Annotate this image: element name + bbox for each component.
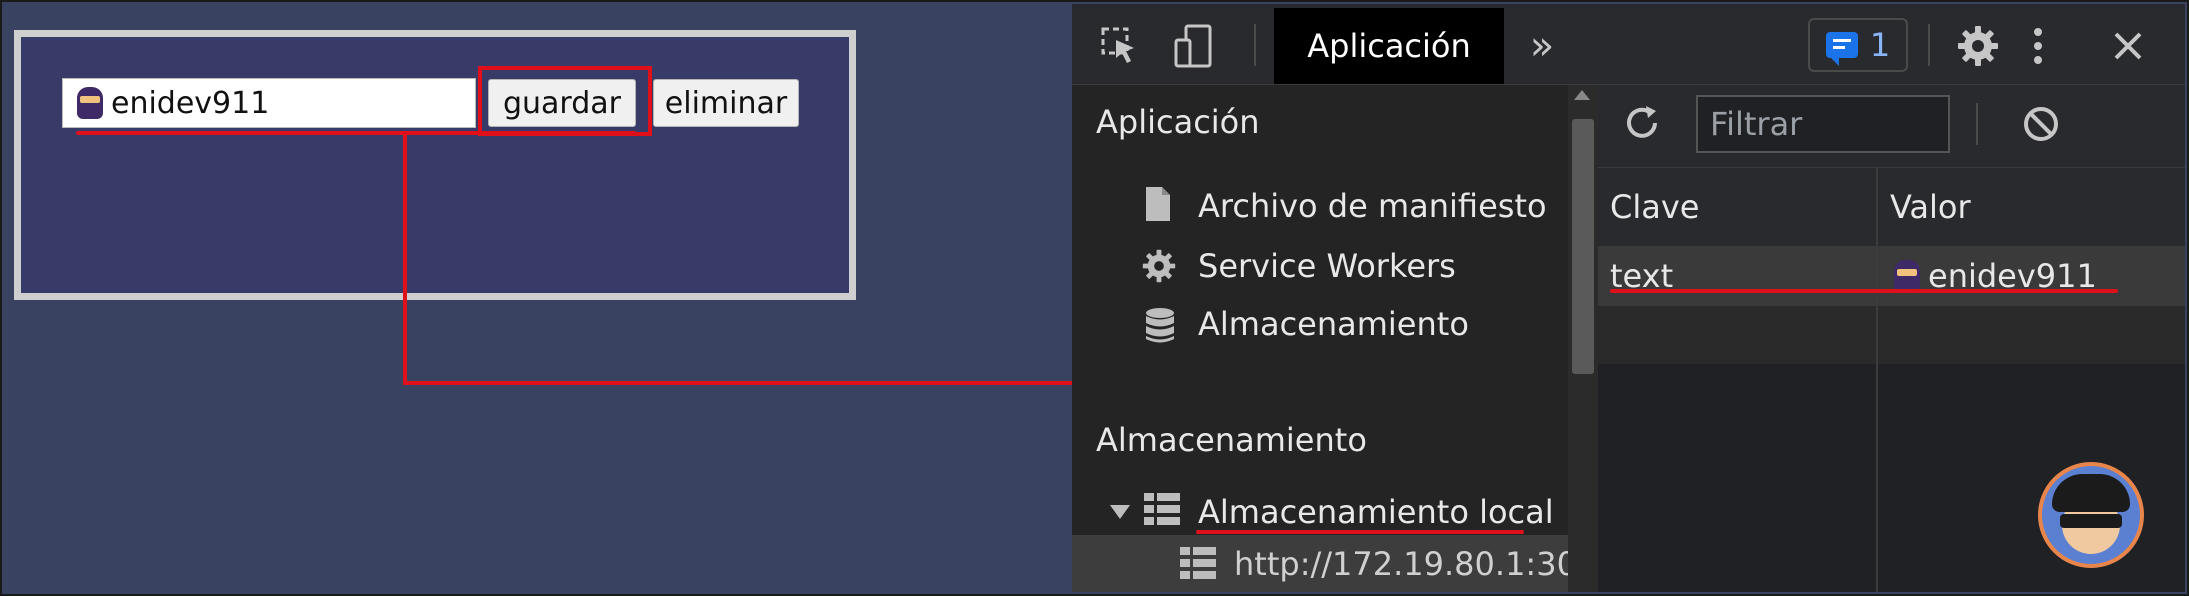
filter-separator: [1976, 103, 1978, 145]
devtools-sidebar: Aplicación Archivo de manifiesto Service…: [1072, 85, 1597, 592]
ninja-emoji-icon: [1894, 260, 1920, 292]
more-tabs-icon[interactable]: »: [1520, 23, 1564, 69]
avatar: [2038, 462, 2144, 568]
sidebar-item-origin[interactable]: http://172.19.80.1:300: [1234, 545, 1597, 583]
text-input-value: enidev911: [111, 85, 270, 121]
connector-line-left: [403, 133, 407, 385]
filter-input[interactable]: Filtrar: [1696, 95, 1950, 153]
app-container: [14, 30, 856, 300]
section-storage: Almacenamiento: [1096, 421, 1367, 459]
toolbar-separator: [1254, 24, 1256, 66]
sidebar-item-service-workers[interactable]: Service Workers: [1198, 247, 1456, 285]
table-grid-icon: [1144, 493, 1180, 533]
column-divider[interactable]: [1876, 168, 1878, 592]
scroll-up-arrow-icon[interactable]: [1574, 90, 1590, 100]
close-icon[interactable]: [2106, 24, 2150, 68]
sidebar-scrollbar-thumb[interactable]: [1572, 119, 1594, 374]
tab-application[interactable]: Aplicación: [1274, 8, 1504, 84]
toolbar-separator: [1928, 24, 1930, 66]
kebab-menu-icon[interactable]: [2016, 24, 2060, 68]
chat-icon: [1825, 32, 1858, 66]
ninja-emoji-icon: [77, 87, 103, 119]
database-icon: [1144, 307, 1176, 353]
messages-badge[interactable]: 1: [1808, 18, 1908, 72]
sidebar-item-manifest[interactable]: Archivo de manifiesto: [1198, 187, 1547, 225]
gear-icon: [1142, 249, 1176, 291]
column-header-value[interactable]: Valor: [1878, 168, 2185, 246]
section-application: Aplicación: [1096, 103, 1260, 141]
row-underline-annotation: [1610, 289, 2118, 293]
text-input[interactable]: enidev911: [62, 78, 476, 128]
refresh-icon[interactable]: [1622, 103, 1662, 147]
local-storage-underline-annotation: [1196, 530, 1524, 534]
delete-button[interactable]: eliminar: [653, 79, 799, 127]
devtools-panel: Aplicación » 1 Aplicación Archivo de man…: [1072, 4, 2185, 592]
table-row-key[interactable]: text: [1598, 246, 1876, 306]
table-row-empty: [1598, 306, 2185, 364]
file-icon: [1144, 185, 1172, 231]
expand-arrow-icon[interactable]: [1110, 505, 1130, 519]
cursor-select-icon[interactable]: [1098, 24, 1142, 68]
sidebar-item-storage[interactable]: Almacenamiento: [1198, 305, 1469, 343]
gear-icon[interactable]: [1956, 24, 2000, 68]
storage-filter-bar: Filtrar: [1598, 85, 2185, 168]
table-row-value[interactable]: enidev911: [1878, 246, 2185, 306]
message-count: 1: [1869, 26, 1891, 64]
device-toggle-icon[interactable]: [1172, 24, 1216, 68]
sidebar-item-local-storage[interactable]: Almacenamiento local: [1198, 493, 1554, 531]
column-header-key[interactable]: Clave: [1598, 168, 1876, 246]
save-button-highlight: [478, 66, 652, 136]
clear-all-icon[interactable]: [2022, 105, 2060, 147]
input-underline-annotation: [76, 131, 636, 135]
devtools-toolbar: Aplicación » 1: [1072, 4, 2185, 85]
table-grid-icon: [1180, 547, 1216, 587]
